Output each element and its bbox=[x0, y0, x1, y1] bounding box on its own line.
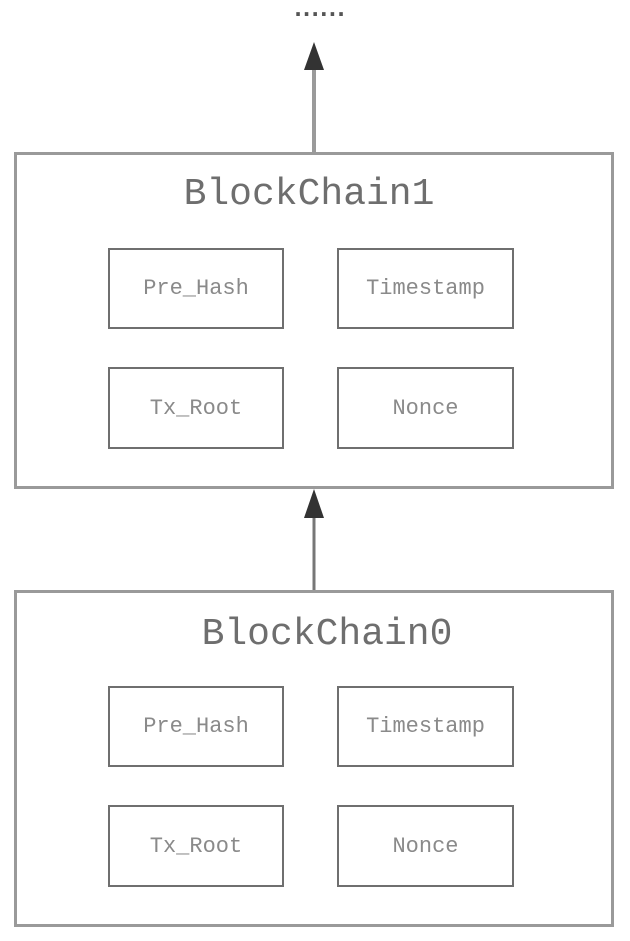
block-title: BlockChain1 bbox=[183, 173, 435, 216]
field-tx-root: Tx_Root bbox=[108, 805, 284, 887]
block-title: BlockChain0 bbox=[201, 613, 453, 656]
block-blockchain0: BlockChain0 bbox=[14, 590, 614, 927]
field-pre-hash: Pre_Hash bbox=[108, 686, 284, 767]
block-blockchain1: BlockChain1 bbox=[14, 152, 614, 489]
field-nonce: Nonce bbox=[337, 367, 514, 449]
field-timestamp: Timestamp bbox=[337, 686, 514, 767]
field-nonce: Nonce bbox=[337, 805, 514, 887]
continuation-ellipsis: ······ bbox=[294, 2, 346, 26]
field-pre-hash: Pre_Hash bbox=[108, 248, 284, 329]
field-timestamp: Timestamp bbox=[337, 248, 514, 329]
arrowhead-middle bbox=[304, 489, 324, 518]
arrowhead-top bbox=[304, 42, 324, 70]
field-tx-root: Tx_Root bbox=[108, 367, 284, 449]
